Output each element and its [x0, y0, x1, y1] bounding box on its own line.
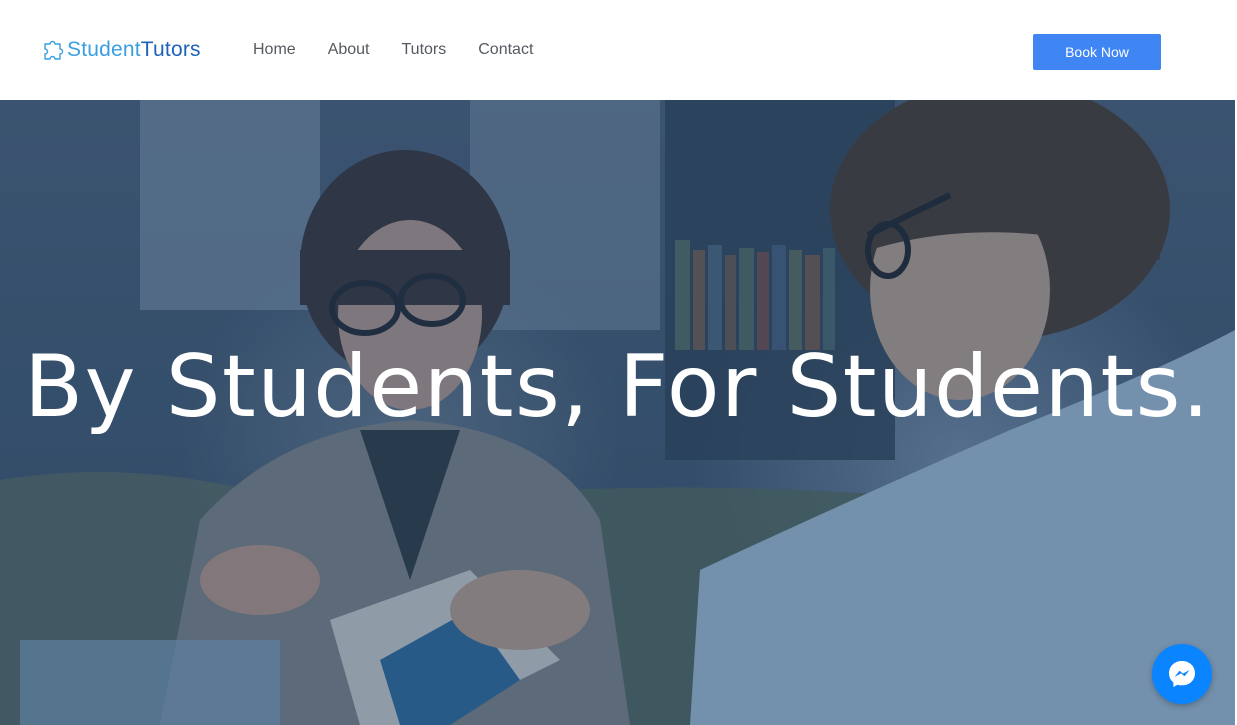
puzzle-piece-icon	[44, 40, 64, 60]
messenger-chat-button[interactable]	[1152, 644, 1212, 704]
messenger-icon	[1169, 661, 1195, 687]
brand-name: StudentTutors	[67, 38, 201, 61]
nav-contact[interactable]: Contact	[478, 40, 533, 60]
nav-home[interactable]: Home	[253, 40, 296, 60]
nav-about[interactable]: About	[328, 40, 370, 60]
nav-tutors[interactable]: Tutors	[402, 40, 447, 60]
hero-section: By Students, For Students.	[0, 100, 1235, 725]
book-now-button[interactable]: Book Now	[1033, 34, 1161, 70]
brand-logo[interactable]: StudentTutors	[42, 36, 201, 64]
main-nav: Home About Tutors Contact	[253, 40, 565, 60]
site-header: StudentTutors Home About Tutors Contact …	[0, 0, 1237, 100]
hero-title: By Students, For Students.	[24, 337, 1211, 437]
